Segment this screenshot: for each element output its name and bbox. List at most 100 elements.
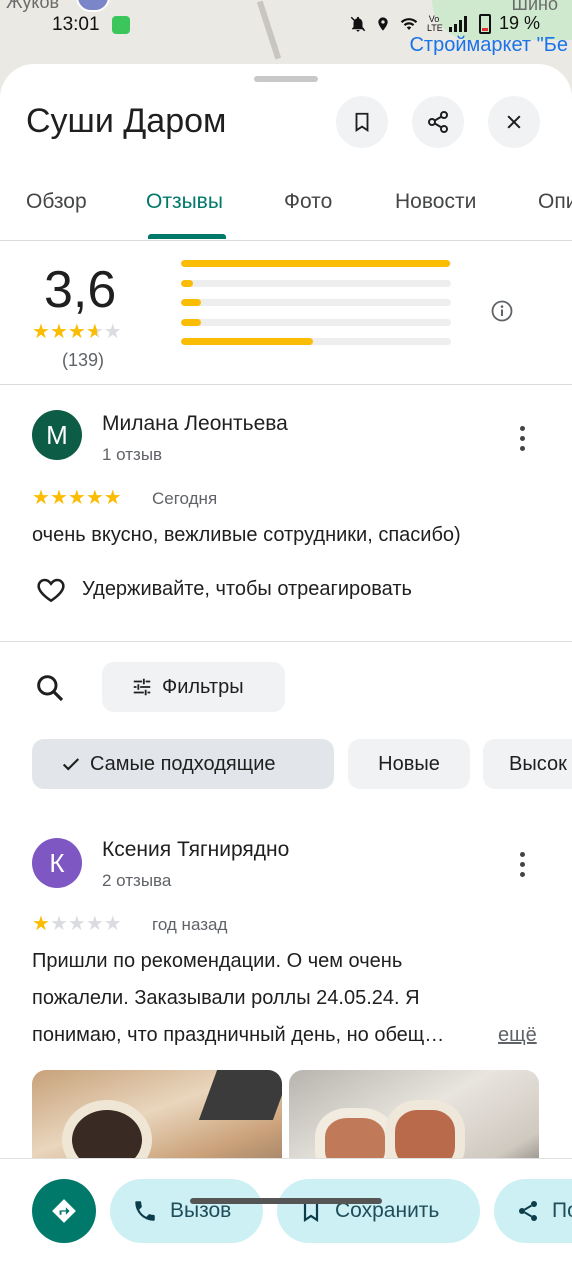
rating-bar-fill (181, 338, 314, 345)
rating-bar (181, 319, 451, 326)
directions-button[interactable] (32, 1179, 96, 1243)
sort-chip-label: Новые (378, 752, 440, 775)
filters-button[interactable]: Фильтры (102, 662, 285, 712)
volte-icon: Vo LTE (426, 13, 443, 33)
avatar[interactable]: М (32, 410, 82, 460)
star-icon: ★ (67, 487, 86, 509)
star-icon: ★ (85, 487, 104, 509)
reviewer-name[interactable]: Милана Леонтьева (102, 412, 288, 436)
star-icon: ★ (103, 487, 122, 509)
rating-bar-fill (181, 299, 202, 306)
tab-bar: Обзор Отзывы Фото Новости Опи (0, 168, 572, 241)
star-icon: ★ (49, 487, 68, 509)
info-icon[interactable] (490, 299, 514, 323)
call-button[interactable]: Вызов (110, 1179, 263, 1243)
location-icon (378, 16, 388, 31)
save-button[interactable]: Сохранить (277, 1179, 480, 1243)
heart-icon[interactable] (34, 574, 68, 606)
star-icon: ★ (32, 321, 50, 343)
signal-icon (448, 15, 467, 32)
close-button[interactable] (488, 96, 540, 148)
star-icon: ★ (85, 321, 104, 343)
share-place-button[interactable] (412, 96, 464, 148)
wifi-icon (400, 17, 418, 30)
rating-bar (181, 338, 451, 345)
review-card: М Милана Леонтьева 1 отзыв ★ ★ ★ ★ ★ Сегодня… (0, 384, 572, 641)
rating-bar (181, 299, 451, 306)
review-stars: ★ ★ ★ ★ ★ (32, 914, 122, 934)
phone-icon (135, 1201, 155, 1221)
more-options-icon[interactable] (512, 426, 532, 451)
filters-label: Фильтры (162, 675, 244, 698)
star-icon: ★ (103, 913, 122, 935)
star-icon: ★ (85, 913, 104, 935)
message-notification-icon (112, 16, 130, 34)
sort-chip-label: Самые подходящие (90, 752, 276, 775)
share-button[interactable]: По (494, 1179, 572, 1243)
place-sheet: Суши Даром Обзор Отзывы Фото Новости Опи… (0, 64, 572, 1280)
place-title: Суши Даром (26, 102, 227, 140)
review-text-line: пожалели. Заказывали роллы 24.05.24. Я (32, 987, 420, 1009)
action-bar: Вызов Сохранить По (0, 1158, 572, 1280)
save-place-button[interactable] (336, 96, 388, 148)
review-text-line: Пришли по рекомендации. О чем очень (32, 950, 403, 972)
tab-news[interactable]: Новости (395, 190, 476, 214)
star-icon: ★ (67, 321, 86, 343)
rating-summary: 3,6 ★ ★ ★ ★ ★ (139) (0, 240, 572, 385)
rating-bar-fill (181, 280, 194, 287)
star-icon: ★ (49, 913, 68, 935)
average-rating: 3,6 (44, 261, 117, 319)
reviewer-review-count: 1 отзыв (102, 445, 163, 464)
rating-bar (181, 260, 451, 267)
review-date: Сегодня (152, 489, 218, 508)
divider (0, 641, 572, 642)
rating-bar-fill (181, 260, 451, 267)
avatar[interactable]: К (32, 838, 82, 888)
more-options-icon[interactable] (512, 852, 532, 877)
search-icon[interactable] (34, 672, 66, 704)
share-icon (428, 111, 448, 133)
directions-icon (52, 1199, 76, 1223)
rating-bar (181, 280, 451, 287)
star-icon: ★ (32, 913, 50, 935)
tab-photos[interactable]: Фото (284, 190, 332, 214)
battery-icon (478, 13, 491, 34)
review-date: год назад (152, 915, 228, 934)
review-text-line: понимаю, что праздничный день, но обещ… (32, 1024, 445, 1046)
react-hint[interactable]: Удерживайте, чтобы отреагировать (82, 578, 412, 601)
average-rating-stars: ★ ★ ★ ★ ★ (32, 322, 122, 342)
battery-level: 19 % (498, 13, 540, 33)
rating-bar-fill (181, 319, 202, 326)
home-indicator[interactable] (190, 1198, 382, 1204)
read-more-link[interactable]: ещё (498, 1017, 537, 1054)
close-icon (507, 115, 521, 129)
reviewer-name[interactable]: Ксения Тягнирядно (102, 838, 289, 862)
tab-about[interactable]: Опи (538, 190, 572, 214)
review-count: (139) (62, 350, 105, 370)
sort-chip-highest[interactable]: Высок (483, 739, 572, 789)
mute-icon (350, 16, 366, 31)
share-icon (519, 1201, 537, 1221)
sort-chip-label: Высок (509, 752, 567, 775)
reviewer-review-count: 2 отзыва (102, 871, 172, 890)
status-bar: 13:01 Vo LTE 19 % (0, 10, 572, 40)
review-stars: ★ ★ ★ ★ ★ (32, 488, 122, 508)
review-text: очень вкусно, вежливые сотрудники, спаси… (32, 524, 461, 546)
photo-shadow (198, 1070, 282, 1120)
star-icon: ★ (49, 321, 68, 343)
tab-overview[interactable]: Обзор (26, 190, 87, 214)
check-icon (62, 758, 80, 771)
sort-chip-newest[interactable]: Новые (348, 739, 470, 789)
review-text: Пришли по рекомендации. О чем очень пожа… (32, 943, 542, 1054)
share-label: По (552, 1199, 572, 1222)
sort-chip-relevant[interactable]: Самые подходящие (32, 739, 334, 789)
star-icon: ★ (32, 487, 50, 509)
star-icon: ★ (67, 913, 86, 935)
status-time: 13:01 (52, 14, 100, 35)
tab-reviews[interactable]: Отзывы (146, 190, 223, 214)
sliders-icon (133, 678, 151, 696)
drag-handle[interactable] (254, 76, 318, 82)
bookmark-icon (355, 112, 369, 132)
review-card: К Ксения Тягнирядно 2 отзыва ★ ★ ★ ★ ★ год н… (0, 814, 572, 1074)
active-tab-indicator (148, 234, 226, 239)
